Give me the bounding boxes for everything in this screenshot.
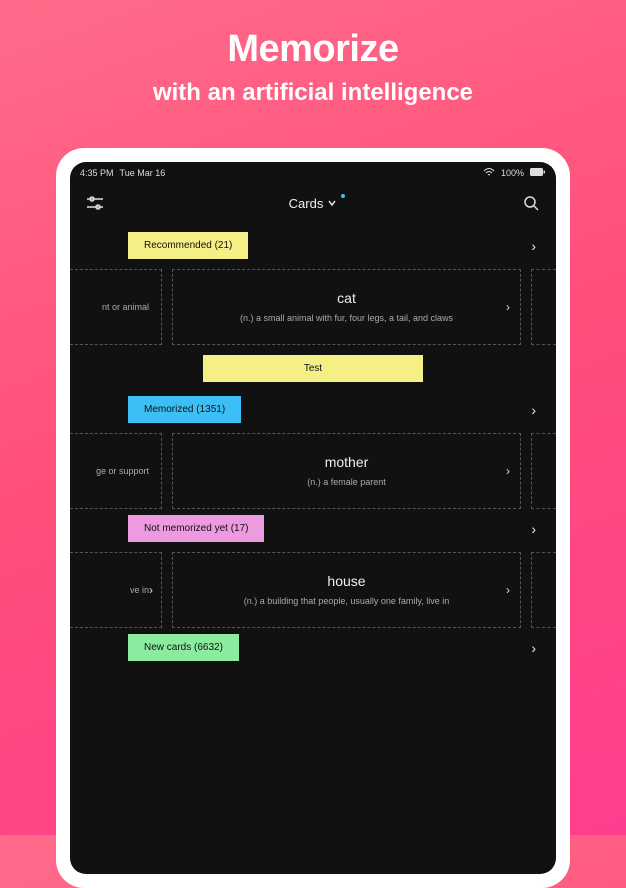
section-badge: Recommended (21) xyxy=(128,232,248,259)
settings-icon[interactable] xyxy=(86,194,104,212)
card-title: cat xyxy=(337,290,356,306)
section-header[interactable]: Memorized (1351) › xyxy=(70,396,556,433)
status-bar: 4:35 PM Tue Mar 16 100% xyxy=(70,162,556,184)
chevron-right-icon: › xyxy=(531,640,536,656)
card-definition: (n.) a building that people, usually one… xyxy=(236,595,457,608)
cards-dropdown[interactable]: Cards xyxy=(289,196,338,211)
flashcard[interactable]: cat (n.) a small animal with fur, four le… xyxy=(172,269,521,345)
chevron-right-icon: › xyxy=(531,238,536,254)
chevron-down-icon xyxy=(327,198,337,208)
card-def-partial: ve in xyxy=(82,585,149,595)
card-definition: (n.) a female parent xyxy=(299,476,394,489)
card-def-partial: ge or support xyxy=(82,466,149,476)
chevron-right-icon: › xyxy=(531,521,536,537)
section-header[interactable]: Recommended (21) › xyxy=(70,232,556,269)
status-time: 4:35 PM xyxy=(80,168,114,178)
card-row: nt or animal cat (n.) a small animal with … xyxy=(70,269,556,345)
chevron-right-icon: › xyxy=(506,464,510,478)
card-partial[interactable] xyxy=(531,552,556,628)
section-badge: Not memorized yet (17) xyxy=(128,515,264,542)
status-date: Tue Mar 16 xyxy=(120,168,166,178)
section-badge: Memorized (1351) xyxy=(128,396,241,423)
card-title: mother xyxy=(325,454,369,470)
section-header[interactable]: New cards (6632) › xyxy=(70,634,556,671)
marketing-title: Memorize xyxy=(0,28,626,71)
wifi-icon xyxy=(483,167,495,179)
marketing-subtitle: with an artificial intelligence xyxy=(0,79,626,107)
card-definition: (n.) a small animal with fur, four legs,… xyxy=(232,312,461,325)
card-partial[interactable]: ge or support xyxy=(70,433,162,509)
card-partial[interactable]: ve in› xyxy=(70,552,162,628)
flashcard[interactable]: house (n.) a building that people, usuall… xyxy=(172,552,521,628)
card-partial[interactable] xyxy=(531,269,556,345)
app-header: Cards xyxy=(70,184,556,226)
card-partial[interactable]: nt or animal xyxy=(70,269,162,345)
card-title: house xyxy=(327,573,365,589)
notification-dot xyxy=(341,194,345,198)
card-def-partial: nt or animal xyxy=(82,302,149,312)
card-partial[interactable] xyxy=(531,433,556,509)
card-row: ge or support mother (n.) a female parent › xyxy=(70,433,556,509)
tablet-frame: 4:35 PM Tue Mar 16 100% Cards xyxy=(56,148,570,888)
chevron-right-icon: › xyxy=(506,583,510,597)
test-button[interactable]: Test xyxy=(203,355,423,382)
search-icon[interactable] xyxy=(522,194,540,212)
dropdown-label: Cards xyxy=(289,196,324,211)
section-badge: New cards (6632) xyxy=(128,634,239,661)
tablet-screen: 4:35 PM Tue Mar 16 100% Cards xyxy=(70,162,556,874)
status-battery: 100% xyxy=(501,168,524,178)
chevron-right-icon: › xyxy=(506,300,510,314)
flashcard[interactable]: mother (n.) a female parent › xyxy=(172,433,521,509)
card-row: ve in›house(n.) a building that people, … xyxy=(70,552,556,628)
battery-icon xyxy=(530,168,546,178)
section-header[interactable]: Not memorized yet (17) › xyxy=(70,515,556,552)
chevron-right-icon: › xyxy=(531,402,536,418)
chevron-right-icon: › xyxy=(149,583,153,597)
